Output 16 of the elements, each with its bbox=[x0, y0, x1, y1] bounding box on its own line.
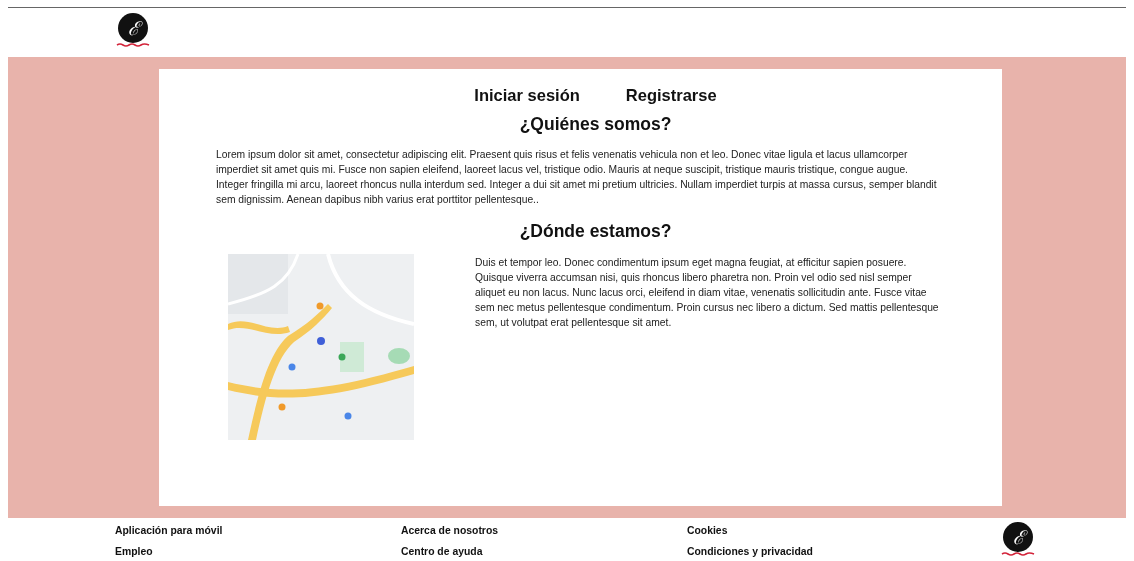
section-title: ¿Dónde estamos? bbox=[518, 220, 672, 242]
footer-link[interactable]: Aplicación para móvil bbox=[115, 520, 401, 541]
footer-link[interactable]: Centro de ayuda bbox=[401, 541, 687, 561]
footer-link[interactable]: Cookies bbox=[687, 520, 973, 541]
location-paragraph: Duis et tempor leo. Donec condimentum ipsum eget magna feugiat, at efficitur sapien posuere. Quisque viverra accumsan nisi, quis rhoncus libero pharetra non. Proin vel odio sed nisl semper aliquet eu non lacus. Nunc lacus orci, eleifend in diam vitae, venenatis sollicitudin ante. Fusce vitae sem nec metus pellentesque condimentum. Proin cursus nec libero a dictum. Sed mattis pellentesque sem, ut volutpat erat pellentesque sit amet. bbox=[475, 255, 940, 330]
nav-link[interactable]: Registrarse bbox=[625, 83, 717, 108]
squiggle-icon bbox=[1001, 552, 1035, 556]
about-paragraph: Lorem ipsum dolor sit amet, consectetur adipiscing elit. Praesent quis risus et felis venenatis vehicula non et leo. Donec vitae ligula et lacus ullamcorper imperdiet sit amet quis mi. Fusce non sapien eleifend, laoreet lacus vel, tristique odio. Mauris at neque suscipit, tristique mauris tristique, congue augue. Integer fringilla mi arcu, laoreet rhoncus nulla interdum sed. Integer a dui sit amet mi pretium ultricies. Nullam imperdiet turpis at massa cursus, semper blandit sem dignissim. Aenean dapibus nibh varius erat porttitor pellentesque.. bbox=[215, 147, 938, 207]
logo-mark: ℰ bbox=[1003, 522, 1033, 552]
section-title: ¿Quiénes somos? bbox=[518, 113, 672, 135]
footer-link[interactable]: Acerca de nosotros bbox=[401, 520, 687, 541]
footer-link[interactable]: Condiciones y privacidad bbox=[687, 541, 973, 561]
nav-link[interactable]: Iniciar sesión bbox=[474, 83, 580, 108]
logo-mark: ℰ bbox=[118, 13, 148, 43]
footer-link[interactable]: Empleo bbox=[115, 541, 401, 561]
squiggle-icon bbox=[116, 43, 150, 47]
